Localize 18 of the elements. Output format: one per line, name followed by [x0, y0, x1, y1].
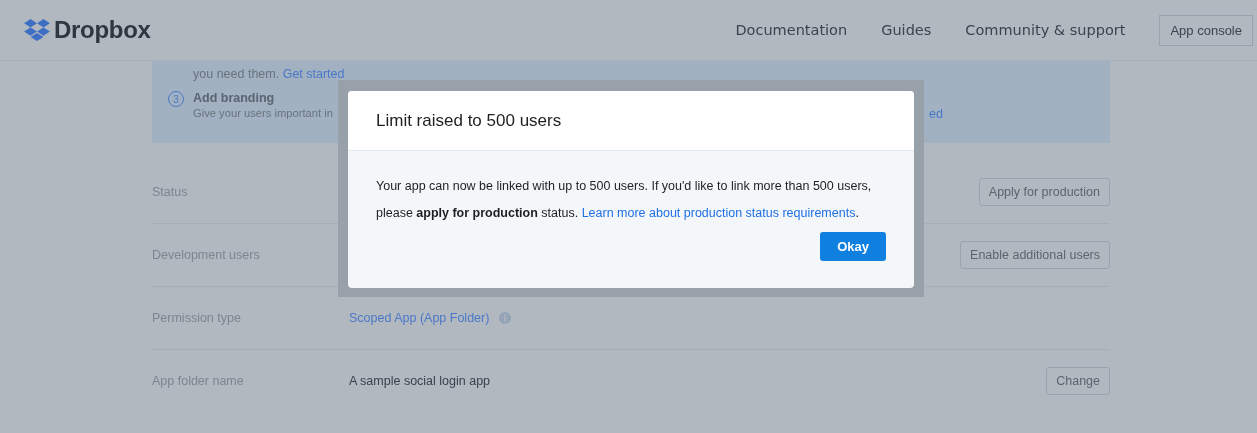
- step-description: Give your users important in: [193, 107, 333, 121]
- okay-button[interactable]: Okay: [820, 232, 886, 261]
- setting-button[interactable]: Apply for production: [978, 178, 1110, 206]
- modal-title: Limit raised to 500 users: [376, 110, 562, 131]
- logo-text[interactable]: Dropbox: [54, 16, 151, 44]
- banner-text: you need them. Get started: [193, 67, 345, 81]
- info-icon[interactable]: [499, 312, 512, 324]
- setting-button[interactable]: Change: [1046, 367, 1110, 395]
- logo-icon: [24, 19, 50, 41]
- setting-button[interactable]: Enable additional users: [960, 241, 1110, 269]
- nav-link[interactable]: Guides: [881, 22, 932, 38]
- modal-message: Your app can now be linked with up to 500 users. If you'd like to link more than 500 users, please apply for production status. Learn more about production status requirements.: [376, 178, 873, 222]
- permission-link[interactable]: Scoped App (App Folder): [349, 311, 490, 325]
- setting-value: A sample social login app: [349, 374, 491, 388]
- step-title: Add branding: [193, 91, 276, 105]
- app-console-button[interactable]: App console: [1159, 14, 1253, 46]
- nav-link[interactable]: Documentation: [735, 22, 848, 38]
- nav-link[interactable]: Community & support: [965, 22, 1126, 38]
